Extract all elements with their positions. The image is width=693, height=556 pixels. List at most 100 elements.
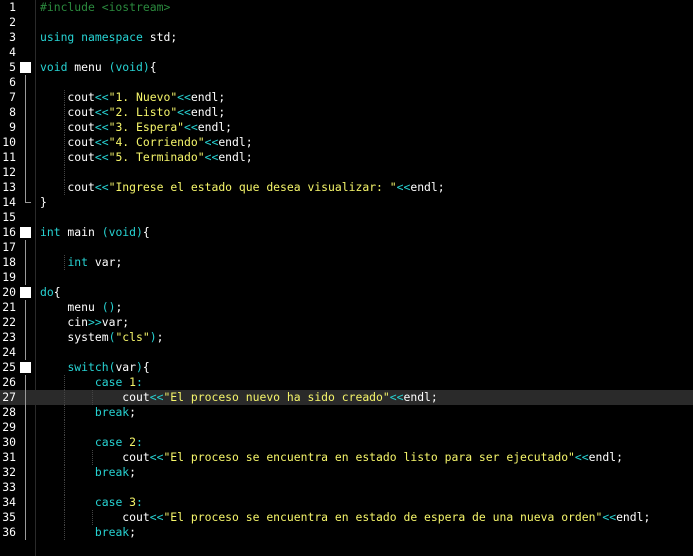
code-line[interactable]: 18 int var; xyxy=(0,255,693,270)
code-line[interactable]: 15 xyxy=(0,210,693,225)
code-line[interactable]: 36 break; xyxy=(0,525,693,540)
code-line[interactable]: 2 xyxy=(0,15,693,30)
code-line[interactable]: 17 xyxy=(0,240,693,255)
code-text[interactable]: using namespace std; xyxy=(40,30,177,45)
code-text[interactable]: cout<<"2. Listo"<<endl; xyxy=(40,105,225,120)
code-token: menu xyxy=(67,60,109,74)
code-text[interactable]: break; xyxy=(40,465,136,480)
fold-end-marker xyxy=(25,195,31,203)
code-token: main xyxy=(60,225,102,239)
code-line[interactable]: 27 cout<<"El proceso nuevo ha sido cread… xyxy=(0,390,693,405)
line-number: 9 xyxy=(9,120,16,134)
code-line[interactable]: 35 cout<<"El proceso se encuentra en est… xyxy=(0,510,693,525)
code-text[interactable]: cin>>var; xyxy=(40,315,129,330)
code-token: cout xyxy=(40,390,150,404)
line-number: 12 xyxy=(2,165,16,179)
code-token: : xyxy=(136,435,143,449)
code-line[interactable]: 23 system("cls"); xyxy=(0,330,693,345)
code-token: cout xyxy=(40,105,95,119)
code-line[interactable]: 4 xyxy=(0,45,693,60)
fold-toggle-icon[interactable] xyxy=(20,62,31,73)
code-line[interactable]: 19 xyxy=(0,270,693,285)
code-text[interactable]: break; xyxy=(40,525,136,540)
line-number: 3 xyxy=(9,30,16,44)
code-token: break xyxy=(94,465,130,479)
code-token: "El proceso se encuentra en estado de es… xyxy=(163,510,603,524)
code-line[interactable]: 13 cout<<"Ingrese el estado que desea vi… xyxy=(0,180,693,195)
code-text[interactable]: do{ xyxy=(40,285,61,300)
code-text[interactable]: break; xyxy=(40,405,136,420)
code-token: << xyxy=(94,135,109,149)
code-text[interactable]: cout<<"El proceso se encuentra en estado… xyxy=(40,510,650,525)
code-line[interactable]: 11 cout<<"5. Terminado"<<endl; xyxy=(0,150,693,165)
code-text[interactable]: switch(var){ xyxy=(40,360,149,375)
line-number: 25 xyxy=(2,360,16,374)
code-line[interactable]: 31 cout<<"El proceso se encuentra en est… xyxy=(0,450,693,465)
code-token: << xyxy=(94,180,109,194)
line-number: 1 xyxy=(9,0,16,14)
code-line[interactable]: 29 xyxy=(0,420,693,435)
line-number: 29 xyxy=(2,420,16,434)
code-text[interactable]: cout<<"3. Espera"<<endl; xyxy=(40,120,232,135)
code-text[interactable]: cout<<"1. Nuevo"<<endl; xyxy=(40,90,225,105)
code-line[interactable]: 22 cin>>var; xyxy=(0,315,693,330)
code-token: endl; xyxy=(616,510,651,524)
code-line[interactable]: 32 break; xyxy=(0,465,693,480)
code-line[interactable]: 7 cout<<"1. Nuevo"<<endl; xyxy=(0,90,693,105)
code-token: cout xyxy=(40,135,95,149)
code-line[interactable]: 26 case 1: xyxy=(0,375,693,390)
code-editor[interactable]: 1 #include <iostream> 2 3 using namespace st… xyxy=(0,0,693,556)
line-number: 23 xyxy=(2,330,16,344)
code-line[interactable]: 34 case 3: xyxy=(0,495,693,510)
fold-guide-line xyxy=(25,435,26,450)
code-line[interactable]: 10 cout<<"4. Corriendo"<<endl; xyxy=(0,135,693,150)
code-text[interactable]: } xyxy=(40,195,47,210)
code-token: case xyxy=(94,495,123,509)
code-line[interactable]: 1 #include <iostream> xyxy=(0,0,693,15)
code-line[interactable]: 30 case 2: xyxy=(0,435,693,450)
fold-toggle-icon[interactable] xyxy=(20,227,31,238)
code-line[interactable]: 33 xyxy=(0,480,693,495)
code-line[interactable]: 16 int main (void){ xyxy=(0,225,693,240)
code-text[interactable]: void menu (void){ xyxy=(40,60,157,75)
line-number: 5 xyxy=(9,60,16,74)
code-token: (void) xyxy=(101,225,143,239)
code-line[interactable]: 20 do{ xyxy=(0,285,693,300)
code-line[interactable]: 8 cout<<"2. Listo"<<endl; xyxy=(0,105,693,120)
code-area[interactable]: 1 #include <iostream> 2 3 using namespace st… xyxy=(0,0,693,556)
code-line[interactable]: 5 void menu (void){ xyxy=(0,60,693,75)
code-token: >> xyxy=(88,315,102,329)
code-text[interactable]: cout<<"Ingrese el estado que desea visua… xyxy=(40,180,444,195)
code-text[interactable]: int var; xyxy=(40,255,122,270)
code-text[interactable]: cout<<"El proceso se encuentra en estado… xyxy=(40,450,623,465)
code-token: endl; xyxy=(588,450,623,464)
code-line[interactable]: 28 break; xyxy=(0,405,693,420)
code-line[interactable]: 6 xyxy=(0,75,693,90)
code-line[interactable]: 9 cout<<"3. Espera"<<endl; xyxy=(0,120,693,135)
code-text[interactable]: case 3: xyxy=(40,495,143,510)
code-text[interactable]: int main (void){ xyxy=(40,225,150,240)
fold-toggle-icon[interactable] xyxy=(20,362,31,373)
code-line[interactable]: 21 menu (); xyxy=(0,300,693,315)
code-text[interactable]: case 1: xyxy=(40,375,143,390)
code-line[interactable]: 25 switch(var){ xyxy=(0,360,693,375)
code-text[interactable]: cout<<"El proceso nuevo ha sido creado"<… xyxy=(40,390,438,405)
code-text[interactable]: cout<<"4. Corriendo"<<endl; xyxy=(40,135,252,150)
code-text[interactable]: case 2: xyxy=(40,435,143,450)
code-line[interactable]: 3 using namespace std; xyxy=(0,30,693,45)
line-number: 32 xyxy=(2,465,16,479)
code-line[interactable]: 12 xyxy=(0,165,693,180)
code-text[interactable]: menu (); xyxy=(40,300,122,315)
code-text[interactable]: #include <iostream> xyxy=(40,0,170,15)
code-token: case xyxy=(94,435,123,449)
code-line[interactable]: 14} xyxy=(0,195,693,210)
fold-toggle-icon[interactable] xyxy=(20,287,31,298)
line-number: 31 xyxy=(2,450,16,464)
code-line[interactable]: 24 xyxy=(0,345,693,360)
code-text[interactable]: cout<<"5. Terminado"<<endl; xyxy=(40,150,252,165)
code-text[interactable]: system("cls"); xyxy=(40,330,163,345)
fold-guide-line xyxy=(25,465,26,480)
